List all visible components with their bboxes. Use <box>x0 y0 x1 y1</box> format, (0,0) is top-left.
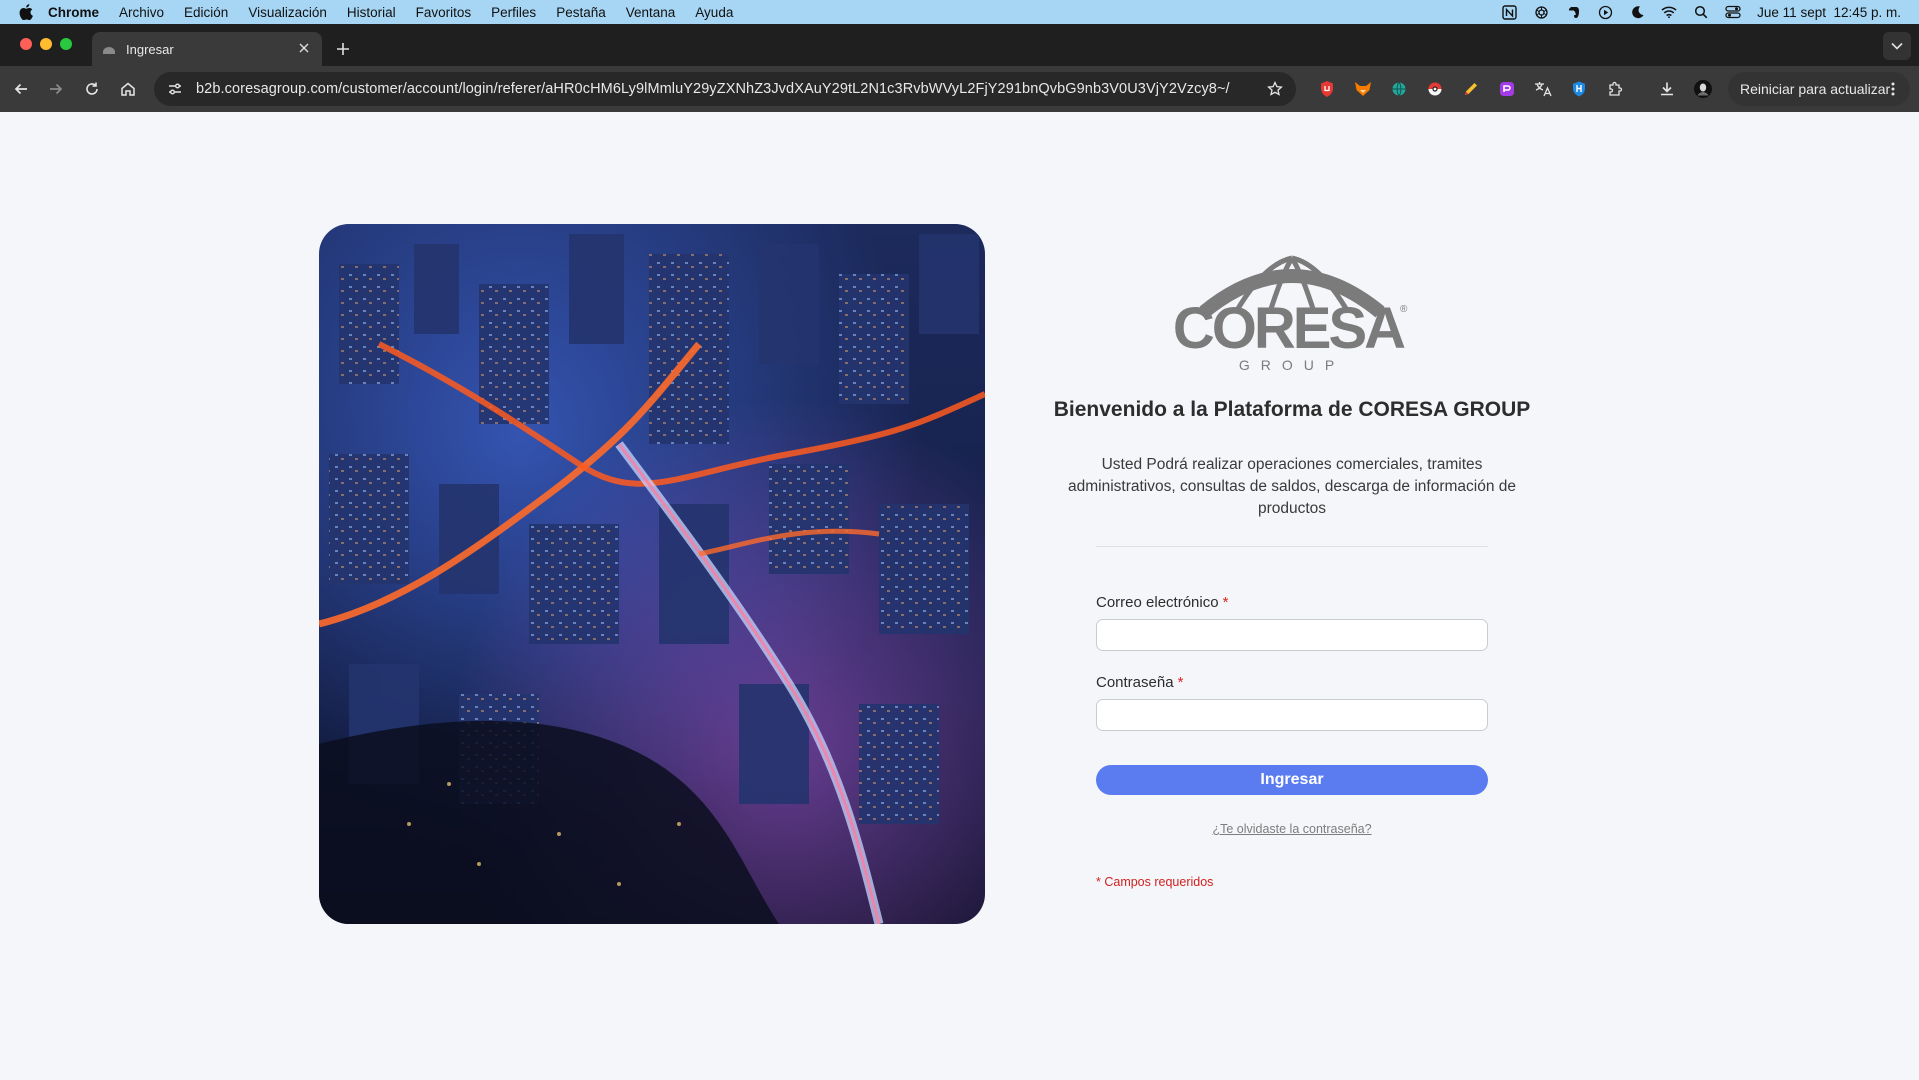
play-icon[interactable] <box>1597 4 1613 20</box>
moon-icon[interactable] <box>1629 4 1645 20</box>
chrome-menu-kebab-icon[interactable] <box>1886 81 1900 97</box>
menu-edicion[interactable]: Edición <box>184 5 228 20</box>
tab-favicon-icon <box>102 42 116 56</box>
menu-archivo[interactable]: Archivo <box>119 5 164 20</box>
extension-red-shield-icon[interactable] <box>1316 78 1338 100</box>
logo-registered-mark: ® <box>1400 304 1408 315</box>
coresa-group-logo: CORESA ® GROUP <box>1173 250 1410 374</box>
extension-translate-icon[interactable] <box>1532 78 1554 100</box>
tab-close-icon[interactable] <box>296 40 312 56</box>
password-field[interactable] <box>1096 699 1488 731</box>
email-label-text: Correo electrónico <box>1096 594 1219 611</box>
profile-avatar-icon[interactable] <box>1692 78 1714 100</box>
evernote-icon[interactable] <box>1565 4 1581 20</box>
back-arrow-icon[interactable] <box>9 77 33 101</box>
logo-wordmark: CORESA <box>1174 296 1405 361</box>
login-page: CORESA ® GROUP Bienvenido a la Plataform… <box>0 112 1919 1080</box>
window-close-button[interactable] <box>20 38 32 50</box>
chrome-toolbar: b2b.coresagroup.com/customer/account/log… <box>0 66 1919 112</box>
city-night-hero-image <box>319 224 985 924</box>
window-zoom-button[interactable] <box>60 38 72 50</box>
extension-pokeball-icon[interactable] <box>1424 78 1446 100</box>
password-label-text: Contraseña <box>1096 674 1174 691</box>
home-icon[interactable] <box>116 77 140 101</box>
menu-historial[interactable]: Historial <box>347 5 396 20</box>
logo-subtext: GROUP <box>1239 357 1345 373</box>
url-text[interactable]: b2b.coresagroup.com/customer/account/log… <box>196 81 1230 97</box>
menu-favoritos[interactable]: Favoritos <box>416 5 472 20</box>
extension-teal-globe-icon[interactable] <box>1388 78 1410 100</box>
new-tab-plus-icon[interactable] <box>332 38 354 60</box>
browser-tab-active[interactable]: Ingresar <box>92 32 322 66</box>
downloads-icon[interactable] <box>1656 78 1678 100</box>
section-divider <box>1096 546 1488 547</box>
menu-app-name[interactable]: Chrome <box>48 5 99 20</box>
menu-visualizacion[interactable]: Visualización <box>248 5 327 20</box>
extensions-puzzle-icon[interactable] <box>1604 78 1626 100</box>
welcome-heading: Bienvenido a la Plataforma de CORESA GRO… <box>1053 398 1531 421</box>
window-minimize-button[interactable] <box>40 38 52 50</box>
menu-perfiles[interactable]: Perfiles <box>491 5 536 20</box>
chrome-tab-strip: Ingresar <box>0 24 1919 66</box>
extension-pencil-icon[interactable] <box>1460 78 1482 100</box>
menubar-clock[interactable]: Jue 11 sept 12:45 p. m. <box>1757 5 1901 20</box>
site-settings-icon[interactable] <box>166 80 184 98</box>
extension-blue-shield-icon[interactable] <box>1568 78 1590 100</box>
address-bar[interactable]: b2b.coresagroup.com/customer/account/log… <box>154 72 1296 106</box>
wifi-icon[interactable] <box>1661 4 1677 20</box>
extension-fox-icon[interactable] <box>1352 78 1374 100</box>
macos-menu-bar: Chrome Archivo Edición Visualización His… <box>0 0 1919 24</box>
relaunch-label: Reiniciar para actualizar <box>1740 81 1891 97</box>
relaunch-to-update-button[interactable]: Reiniciar para actualizar <box>1728 72 1910 106</box>
password-required-mark: * <box>1177 674 1184 691</box>
password-label: Contraseña * <box>1096 674 1183 691</box>
menu-ventana[interactable]: Ventana <box>626 5 676 20</box>
control-center-icon[interactable] <box>1725 4 1741 20</box>
notion-icon[interactable] <box>1501 4 1517 20</box>
tab-title: Ingresar <box>126 41 174 57</box>
reload-icon[interactable] <box>80 77 104 101</box>
bookmark-star-icon[interactable] <box>1266 80 1284 98</box>
forgot-password-link[interactable]: ¿Te olvidaste la contraseña? <box>1040 822 1544 836</box>
email-field[interactable] <box>1096 619 1488 651</box>
openai-icon[interactable] <box>1533 4 1549 20</box>
menu-pestana[interactable]: Pestaña <box>556 5 606 20</box>
login-submit-button[interactable]: Ingresar <box>1096 765 1488 795</box>
extension-purple-app-icon[interactable] <box>1496 78 1518 100</box>
welcome-description: Usted Podrá realizar operaciones comerci… <box>1067 456 1517 517</box>
tab-search-chevron-icon[interactable] <box>1883 32 1911 60</box>
menu-ayuda[interactable]: Ayuda <box>695 5 733 20</box>
email-required-mark: * <box>1222 594 1229 611</box>
apple-icon[interactable] <box>18 4 34 20</box>
forward-arrow-icon[interactable] <box>44 77 68 101</box>
spotlight-search-icon[interactable] <box>1693 4 1709 20</box>
email-label: Correo electrónico * <box>1096 594 1228 611</box>
menubar-status-area: Jue 11 sept 12:45 p. m. <box>1501 0 1901 24</box>
required-fields-note: * Campos requeridos <box>1096 875 1214 889</box>
